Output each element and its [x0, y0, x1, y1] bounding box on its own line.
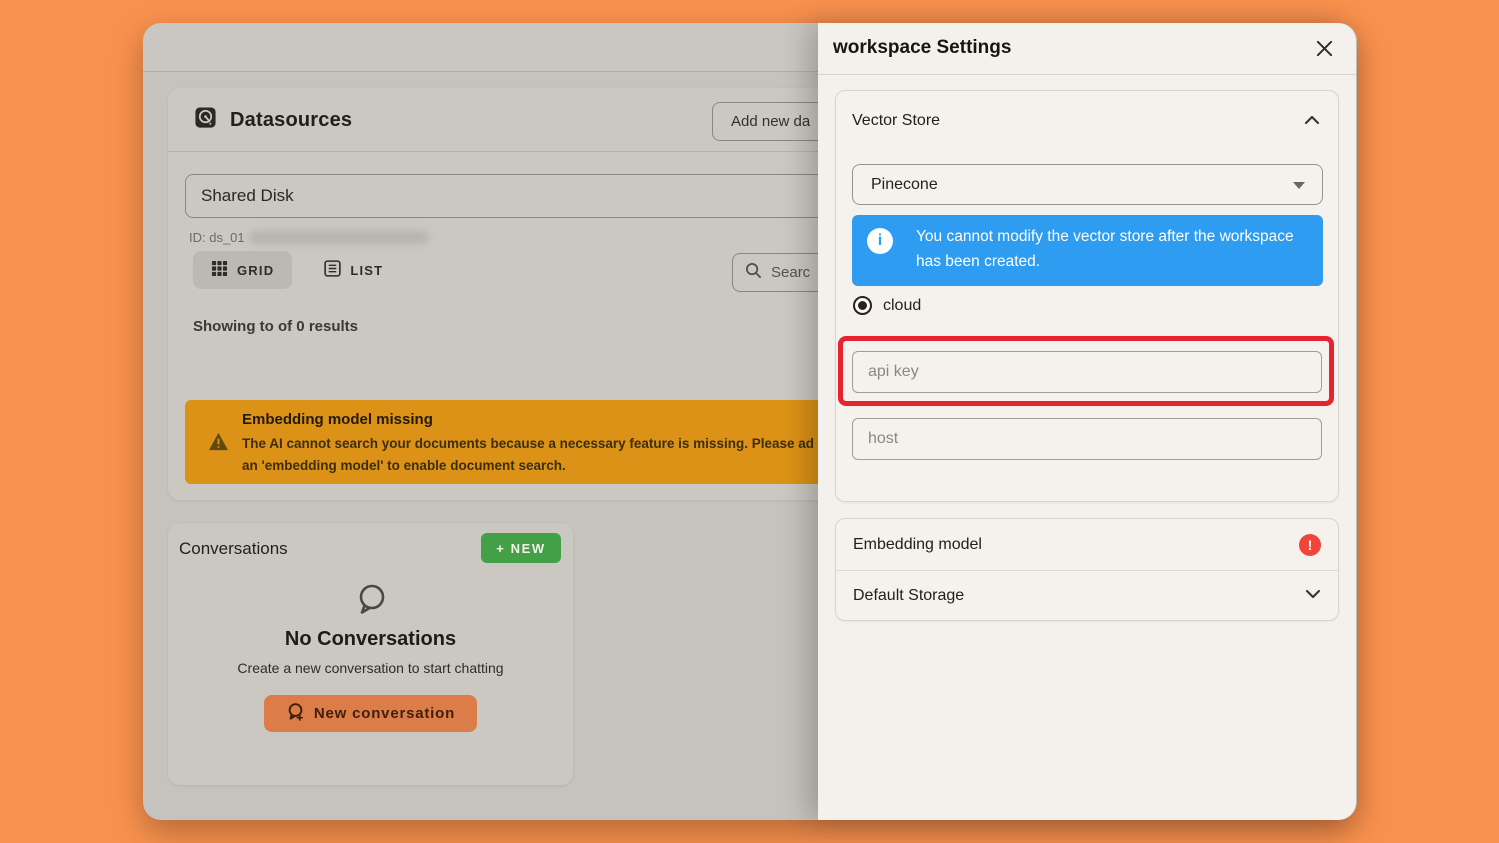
- chat-plus-icon: [286, 702, 305, 725]
- info-icon: i: [867, 228, 893, 254]
- host-input[interactable]: [852, 418, 1322, 460]
- embedding-model-section-row[interactable]: Embedding model !: [836, 519, 1338, 570]
- conversations-empty-state: No Conversations Create a new conversati…: [168, 581, 573, 732]
- embedding-model-label: Embedding model: [853, 536, 1299, 554]
- settings-panel-header: workspace Settings: [818, 23, 1356, 75]
- list-icon: [324, 260, 341, 280]
- caret-down-icon: [1293, 182, 1305, 189]
- grid-icon: [211, 260, 228, 280]
- vector-store-info-banner: i You cannot modify the vector store aft…: [852, 215, 1323, 286]
- warning-triangle-icon: [208, 432, 229, 456]
- error-badge-icon: !: [1299, 534, 1321, 556]
- list-view-button[interactable]: LIST: [306, 251, 401, 289]
- vector-store-section-header[interactable]: Vector Store: [836, 91, 1338, 147]
- new-conversation-label: New conversation: [314, 705, 455, 722]
- chevron-down-icon: [1305, 587, 1321, 605]
- grid-view-button[interactable]: GRID: [193, 251, 292, 289]
- harddisk-icon: [194, 106, 217, 134]
- grid-view-label: GRID: [237, 263, 274, 278]
- info-banner-text: You cannot modify the vector store after…: [916, 224, 1296, 274]
- datasource-id-label: ID: ds_01: [189, 230, 245, 245]
- conversations-card: Conversations + NEW No Conversations Cre…: [168, 523, 573, 785]
- no-conversations-caption: Create a new conversation to start chatt…: [168, 660, 573, 676]
- close-icon: [1315, 39, 1334, 61]
- warning-text-line1: The AI cannot search your documents beca…: [242, 436, 814, 451]
- workspace-settings-panel: workspace Settings Vector Store: [818, 23, 1356, 820]
- default-storage-section-row[interactable]: Default Storage: [836, 570, 1338, 621]
- vector-store-card: Vector Store Pinecone i You cannot modif…: [835, 90, 1339, 502]
- vector-store-label: Vector Store: [852, 112, 940, 130]
- chevron-up-icon: [1304, 113, 1320, 131]
- results-count-text: Showing to of 0 results: [193, 318, 358, 335]
- close-button[interactable]: [1312, 38, 1336, 62]
- screen: Datasources Add new da ID: ds_01: [0, 0, 1499, 843]
- chat-bubble-icon: [352, 581, 390, 624]
- provider-selected-value: Pinecone: [871, 176, 938, 194]
- vector-store-provider-select[interactable]: Pinecone: [852, 164, 1323, 205]
- warning-text-line2: an 'embedding model' to enable document …: [242, 458, 566, 473]
- warning-title: Embedding model missing: [242, 411, 433, 428]
- datasources-title: Datasources: [230, 109, 352, 132]
- redacted-id-blur: [249, 231, 429, 244]
- settings-sections-card: Embedding model ! Default Storage: [835, 518, 1339, 621]
- new-conversation-button[interactable]: New conversation: [264, 695, 477, 732]
- default-storage-label: Default Storage: [853, 587, 1305, 605]
- settings-title: workspace Settings: [833, 37, 1011, 59]
- api-key-input[interactable]: [852, 351, 1322, 393]
- cloud-radio-label: cloud: [883, 297, 921, 315]
- cloud-radio-option[interactable]: cloud: [853, 296, 921, 315]
- conversations-title: Conversations: [179, 539, 288, 559]
- new-conversation-small-button[interactable]: + NEW: [481, 533, 561, 563]
- no-conversations-title: No Conversations: [168, 628, 573, 651]
- search-icon: [745, 262, 762, 284]
- list-view-label: LIST: [350, 263, 383, 278]
- radio-selected-icon: [853, 296, 872, 315]
